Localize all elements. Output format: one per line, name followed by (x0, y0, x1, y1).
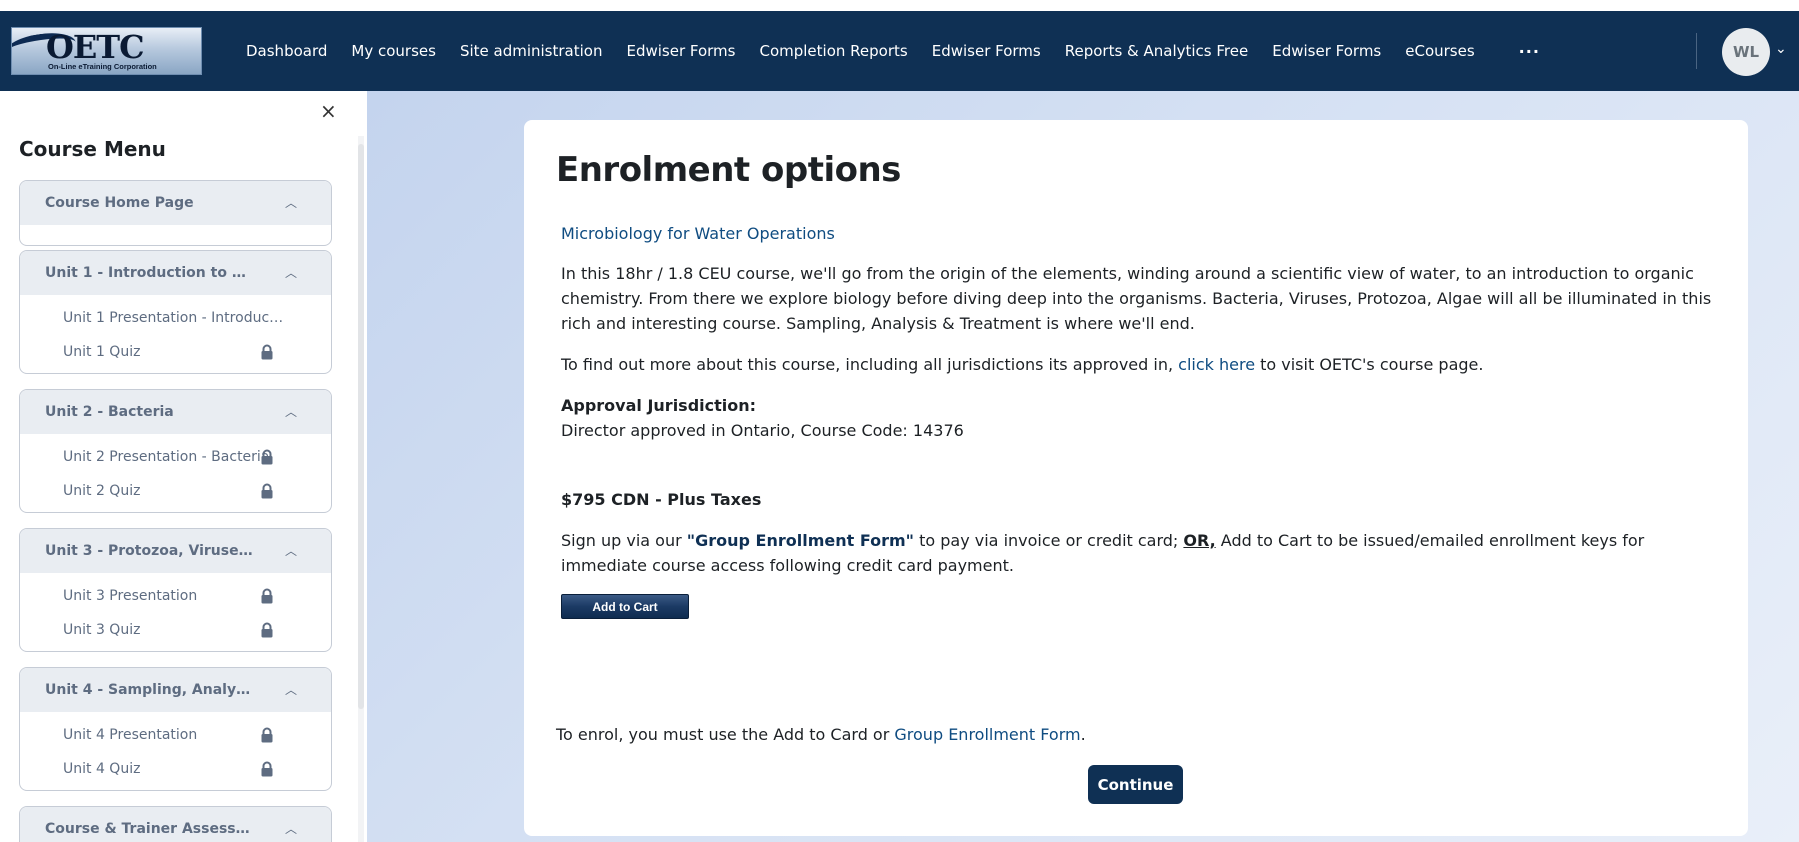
activity-item[interactable]: Unit 4 Quiz (20, 752, 331, 786)
enrol-note-prefix: To enrol, you must use the Add to Card o… (556, 725, 895, 744)
signup-middle: to pay via invoice or credit card; (914, 531, 1184, 550)
group-enrollment-form-link[interactable]: "Group Enrollment Form" (687, 531, 914, 550)
lock-icon (261, 761, 273, 777)
section-unit-4: Unit 4 - Sampling, Analysis, ... ︿ Unit … (19, 667, 332, 791)
enrol-note: To enrol, you must use the Add to Card o… (556, 725, 1086, 744)
lock-icon (261, 449, 273, 465)
section-header[interactable]: Unit 3 - Protozoa, Viruses an... ︿ (20, 529, 331, 573)
section-title: Unit 1 - Introduction to Micro... (45, 265, 255, 281)
activity-label: Unit 3 Quiz (63, 622, 141, 638)
chevron-up-icon[interactable]: ︿ (285, 194, 297, 211)
section-course-home: Course Home Page ︿ (19, 180, 332, 246)
top-strip (0, 0, 1799, 11)
group-enrollment-form-link[interactable]: Group Enrollment Form (894, 725, 1080, 744)
add-to-cart-button[interactable]: Add to Cart (561, 594, 689, 619)
find-out-more-text: To find out more about this course, incl… (561, 352, 1721, 377)
activity-item[interactable]: Unit 3 Presentation (20, 579, 331, 613)
signup-instructions: Sign up via our "Group Enrollment Form" … (561, 528, 1721, 578)
activity-item[interactable]: Unit 1 Presentation - Introductio... (20, 301, 331, 335)
nav-completion-reports[interactable]: Completion Reports (747, 42, 919, 60)
course-menu-drawer: × Course Menu Course Home Page ︿ Unit 1 … (0, 91, 367, 842)
section-header[interactable]: Unit 2 - Bacteria ︿ (20, 390, 331, 434)
course-name-link[interactable]: Microbiology for Water Operations (561, 224, 835, 243)
drawer-scrollbar-thumb[interactable] (358, 144, 364, 709)
activity-item[interactable]: Unit 1 Quiz (20, 335, 331, 369)
enrol-note-suffix: . (1080, 725, 1086, 744)
nav-edwiser-forms-1[interactable]: Edwiser Forms (614, 42, 747, 60)
section-unit-3: Unit 3 - Protozoa, Viruses an... ︿ Unit … (19, 528, 332, 652)
signup-or: OR, (1183, 531, 1216, 550)
activity-label: Unit 3 Presentation (63, 588, 198, 604)
continue-button[interactable]: Continue (1088, 765, 1183, 804)
section-unit-2: Unit 2 - Bacteria ︿ Unit 2 Presentation … (19, 389, 332, 513)
lock-icon (261, 727, 273, 743)
chevron-up-icon[interactable]: ︿ (285, 820, 297, 837)
main-content: Enrolment options Microbiology for Water… (367, 91, 1799, 842)
section-header[interactable]: Unit 1 - Introduction to Micro... ︿ (20, 251, 331, 295)
chevron-up-icon[interactable]: ︿ (285, 403, 297, 420)
click-here-link[interactable]: click here (1178, 355, 1255, 374)
page-title: Enrolment options (556, 150, 901, 190)
section-course-trainer-assessment: Course & Trainer Assessme... ︿ (19, 806, 332, 842)
nav-divider (1696, 33, 1697, 69)
close-icon[interactable]: × (320, 99, 337, 123)
section-title: Unit 3 - Protozoa, Viruses an... (45, 543, 255, 559)
activity-label: Unit 4 Quiz (63, 761, 141, 777)
approval-text: Director approved in Ontario, Course Cod… (561, 421, 964, 440)
enrolment-card: Enrolment options Microbiology for Water… (524, 120, 1748, 836)
nav-dashboard[interactable]: Dashboard (234, 42, 339, 60)
approval-heading: Approval Jurisdiction: (561, 396, 757, 415)
user-avatar[interactable]: WL (1722, 28, 1770, 76)
find-out-suffix: to visit OETC's course page. (1255, 355, 1484, 374)
chevron-up-icon[interactable]: ︿ (285, 681, 297, 698)
lock-icon (261, 344, 273, 360)
section-header[interactable]: Course & Trainer Assessme... ︿ (20, 807, 331, 842)
primary-navigation: Dashboard My courses Site administration… (234, 11, 1540, 91)
nav-more-menu[interactable]: ··· (1519, 42, 1540, 61)
top-navbar: OETC On-Line eTraining Corporation Dashb… (0, 11, 1799, 91)
lock-icon (261, 622, 273, 638)
activity-label: Unit 1 Presentation - Introductio... (63, 310, 288, 326)
nav-edwiser-forms-3[interactable]: Edwiser Forms (1260, 42, 1393, 60)
course-description: In this 18hr / 1.8 CEU course, we'll go … (561, 264, 1712, 333)
price-label: $795 CDN - Plus Taxes (561, 490, 762, 509)
activity-item[interactable]: Unit 2 Quiz (20, 474, 331, 508)
section-header[interactable]: Unit 4 - Sampling, Analysis, ... ︿ (20, 668, 331, 712)
lock-icon (261, 588, 273, 604)
section-title: Course Home Page (45, 195, 194, 211)
activity-item[interactable]: Unit 3 Quiz (20, 613, 331, 647)
section-header[interactable]: Course Home Page ︿ (20, 181, 331, 225)
oetc-logo[interactable]: OETC On-Line eTraining Corporation (11, 27, 202, 75)
nav-edwiser-forms-2[interactable]: Edwiser Forms (920, 42, 1053, 60)
activity-label: Unit 2 Presentation - Bacteria (63, 449, 270, 465)
lock-icon (261, 483, 273, 499)
nav-site-administration[interactable]: Site administration (448, 42, 615, 60)
section-title: Course & Trainer Assessme... (45, 821, 255, 837)
activity-item[interactable]: Unit 2 Presentation - Bacteria (20, 440, 331, 474)
activity-item[interactable]: Unit 4 Presentation (20, 718, 331, 752)
section-unit-1: Unit 1 - Introduction to Micro... ︿ Unit… (19, 250, 332, 374)
logo-text: OETC (46, 28, 145, 66)
chevron-up-icon[interactable]: ︿ (285, 542, 297, 559)
course-menu-title: Course Menu (19, 137, 166, 161)
logo-subtitle: On-Line eTraining Corporation (48, 62, 157, 71)
section-title: Unit 2 - Bacteria (45, 404, 174, 420)
find-out-prefix: To find out more about this course, incl… (561, 355, 1179, 374)
chevron-up-icon[interactable]: ︿ (285, 264, 297, 281)
activity-label: Unit 1 Quiz (63, 344, 141, 360)
chevron-down-icon[interactable]: ⌄ (1775, 41, 1787, 57)
section-body (20, 225, 331, 245)
nav-ecourses[interactable]: eCourses (1393, 42, 1486, 60)
activity-label: Unit 2 Quiz (63, 483, 141, 499)
activity-label: Unit 4 Presentation (63, 727, 198, 743)
nav-reports-analytics-free[interactable]: Reports & Analytics Free (1053, 42, 1261, 60)
signup-prefix: Sign up via our (561, 531, 687, 550)
nav-my-courses[interactable]: My courses (339, 42, 448, 60)
section-title: Unit 4 - Sampling, Analysis, ... (45, 682, 255, 698)
